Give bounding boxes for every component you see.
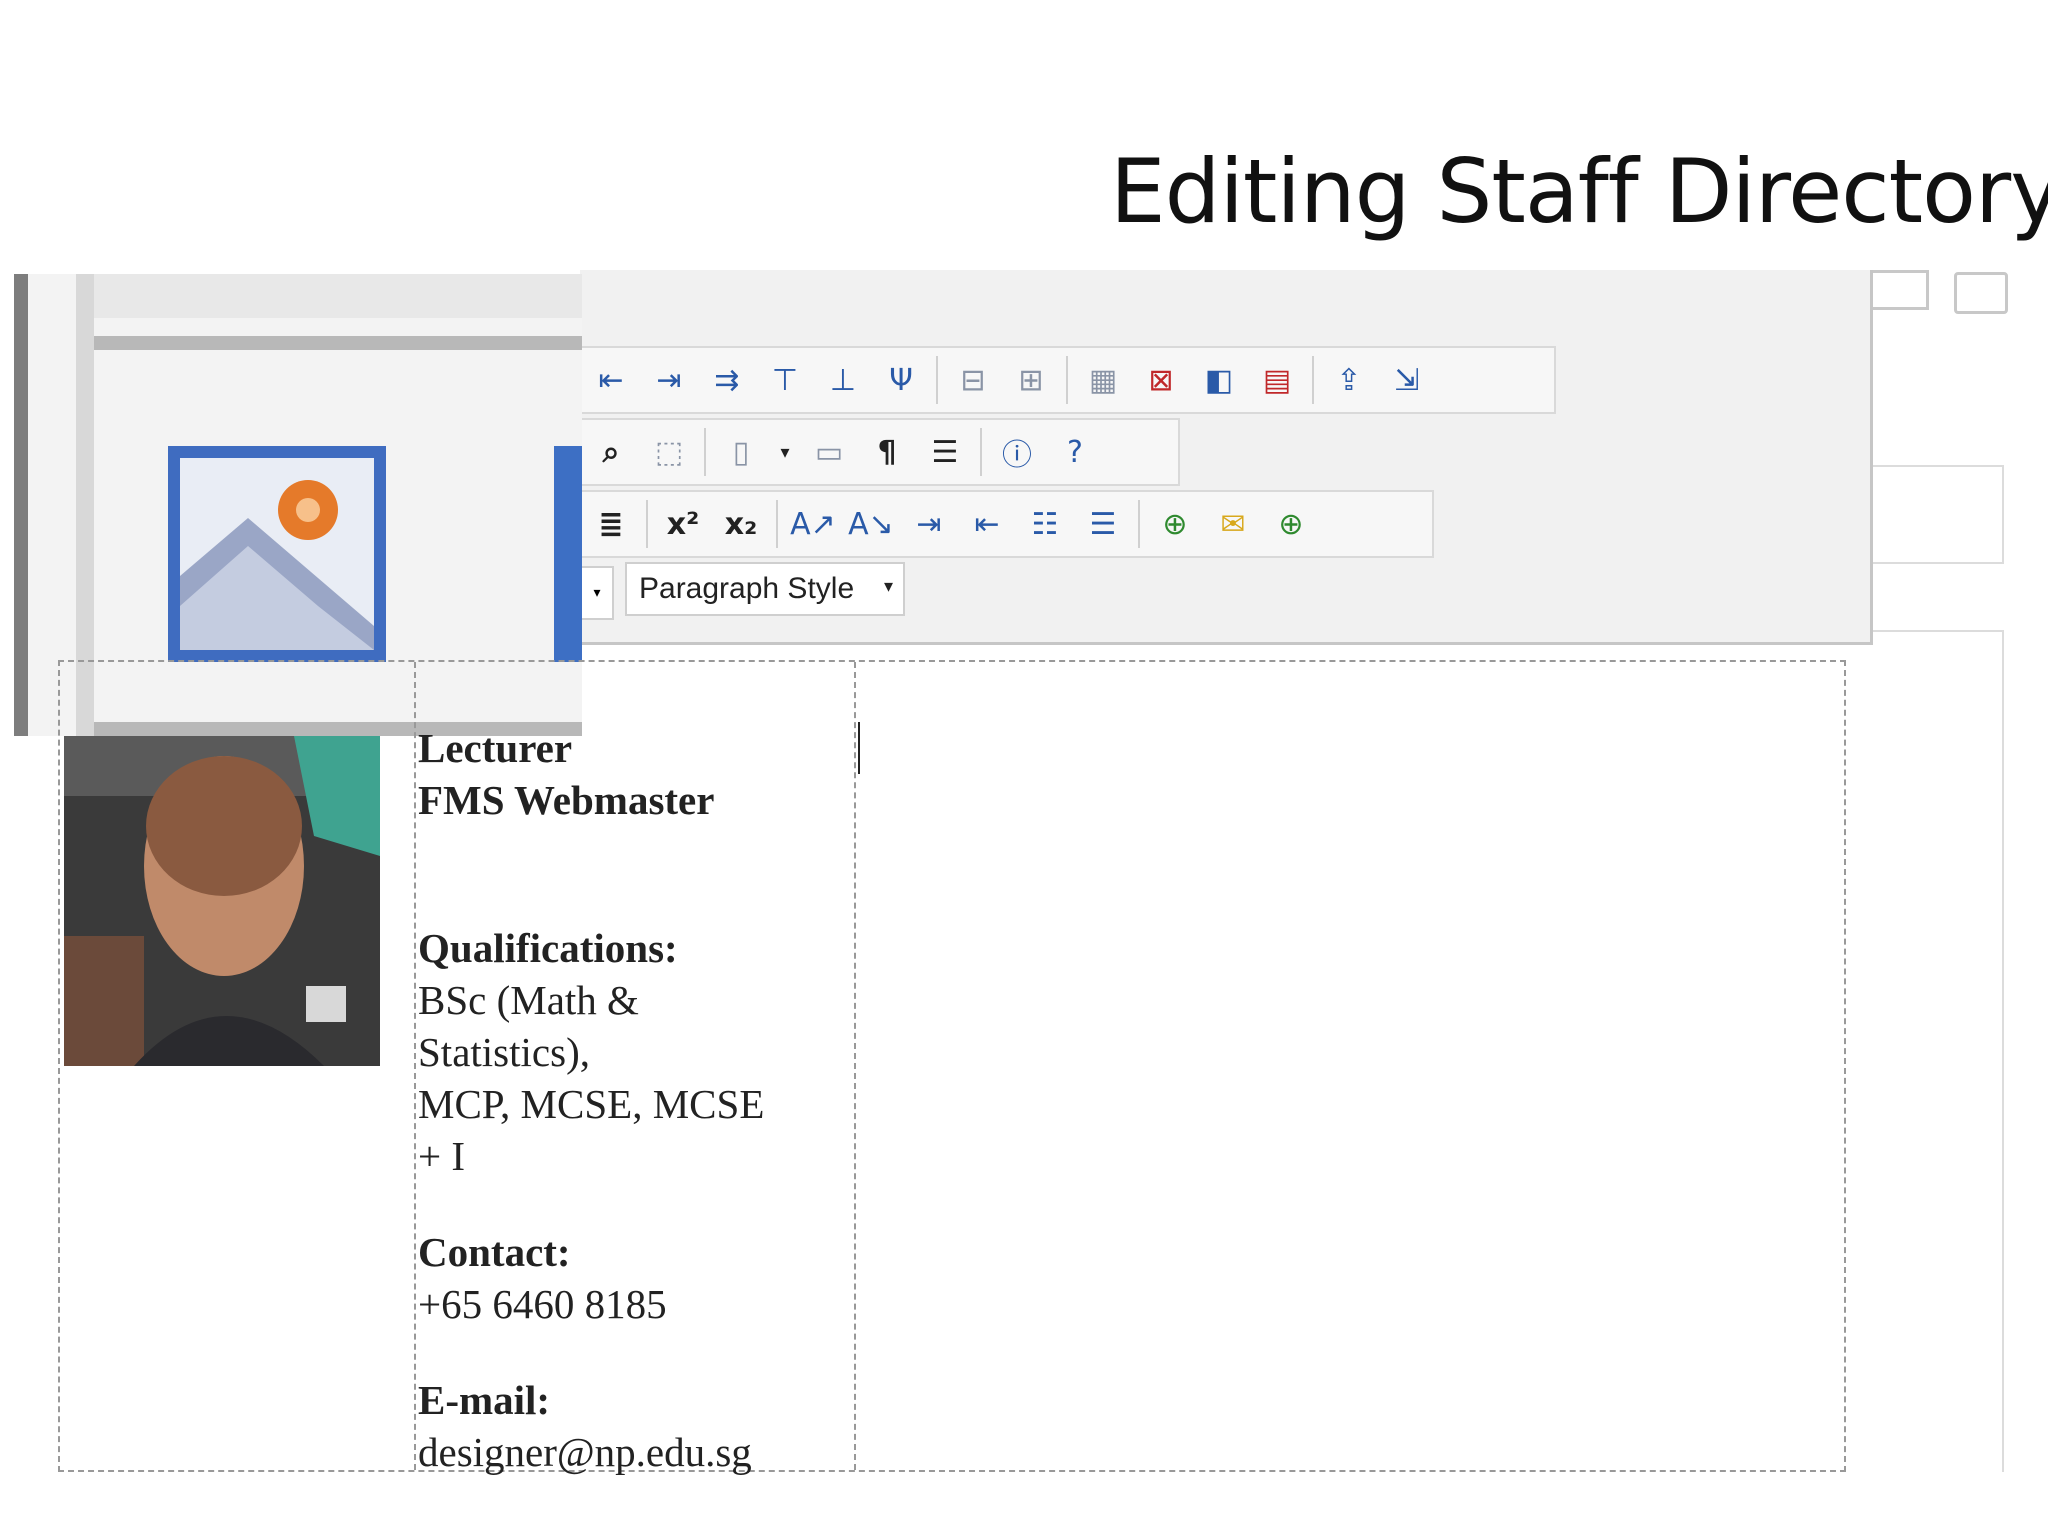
toolbar-separator (980, 428, 982, 476)
text-size-down-icon[interactable]: A↘ (842, 497, 900, 551)
role-line: Lecturer (418, 725, 573, 771)
source-icon[interactable]: ▯ (712, 425, 770, 479)
qualifications-text: MCP, MCSE, MCSE (418, 1081, 765, 1127)
justify-icon[interactable]: ☰ (916, 425, 974, 479)
email-link-icon[interactable]: ✉ (1204, 497, 1262, 551)
inset-bar (94, 274, 582, 318)
toolbar-separator (776, 500, 778, 548)
import-icon[interactable]: ⇲ (1378, 353, 1436, 407)
contact-value: +65 6460 8185 (418, 1281, 667, 1327)
staff-bio-cell[interactable]: Lecturer FMS Webmaster Qualifications: B… (418, 722, 848, 1478)
table-column-divider (414, 662, 416, 1470)
qualifications-label: Qualifications: (418, 925, 678, 971)
inset-edge (14, 274, 28, 736)
toolbar-separator (936, 356, 938, 404)
find-replace-icon[interactable]: ⌕ (582, 425, 640, 479)
split-cell-icon[interactable]: Ψ (872, 353, 930, 407)
help-icon[interactable]: ? (1046, 425, 1104, 479)
email-value: designer@np.edu.sg (418, 1429, 752, 1475)
dropdown-arrow-icon[interactable]: ▾ (770, 425, 800, 479)
numbered-list-icon[interactable]: ☷ (1016, 497, 1074, 551)
subscript-icon[interactable]: x₂ (712, 497, 770, 551)
info-icon[interactable]: ⓘ (988, 425, 1046, 479)
list-icon (1870, 270, 1929, 310)
qualifications-text: BSc (Math & (418, 977, 639, 1023)
adjacent-toolbar-icon (554, 446, 582, 662)
toolbar-row-tools: ⌕ ⬚ ▯ ▾ ▭ ¶ ☰ ⓘ ? (580, 418, 1180, 486)
toolbar-separator (704, 428, 706, 476)
insert-image-icon[interactable] (168, 446, 386, 662)
indent-icon[interactable]: ⇥ (900, 497, 958, 551)
contact-label: Contact: (418, 1229, 571, 1275)
text-cursor (858, 722, 860, 774)
toolbar-row-table: ⇤ ⇥ ⇉ ⊤ ⊥ Ψ ⊟ ⊞ ▦ ⊠ ◧ ▤ ⇪ ⇲ (580, 346, 1556, 414)
font-select-dropdown[interactable]: ▾ (580, 566, 614, 620)
email-label: E-mail: (418, 1377, 551, 1423)
staff-photo (64, 736, 380, 1066)
insert-column-left-icon[interactable]: ⇤ (582, 353, 640, 407)
merge-cells-icon[interactable]: ⊟ (944, 353, 1002, 407)
merge-right-icon[interactable]: ⊞ (1002, 353, 1060, 407)
delete-table-icon[interactable]: ⊠ (1132, 353, 1190, 407)
hyperlink-icon[interactable]: ⊕ (1146, 497, 1204, 551)
paragraph-marks-icon[interactable]: ¶ (858, 425, 916, 479)
toolbar-separator (646, 500, 648, 548)
print-icon (1954, 272, 2008, 314)
insert-column-right-icon[interactable]: ⇥ (640, 353, 698, 407)
select-all-icon[interactable]: ⬚ (640, 425, 698, 479)
side-field (1870, 465, 2004, 564)
outdent-icon[interactable]: ⇤ (958, 497, 1016, 551)
staff-profile-table[interactable]: Lecturer FMS Webmaster Qualifications: B… (58, 660, 1846, 1475)
paragraph-style-label: Paragraph Style (639, 572, 855, 605)
table-column-divider (854, 662, 856, 1470)
paragraph-style-select[interactable]: Paragraph Style ▾ (625, 562, 905, 616)
insert-column-icon[interactable]: ⇉ (698, 353, 756, 407)
cell-properties-icon[interactable]: ◧ (1190, 353, 1248, 407)
qualifications-text: Statistics), (418, 1029, 590, 1075)
template-icon[interactable]: ▭ (800, 425, 858, 479)
editor-toolbar: ⇤ ⇥ ⇉ ⊤ ⊥ Ψ ⊟ ⊞ ▦ ⊠ ◧ ▤ ⇪ ⇲ ⌕ ⬚ ▯ ▾ ▭ ¶ … (580, 270, 1873, 645)
table-properties-icon[interactable]: ▤ (1248, 353, 1306, 407)
qualifications-text: + I (418, 1133, 466, 1179)
insert-row-above-icon[interactable]: ⊤ (756, 353, 814, 407)
slide-title: Editing Staff Directory (1110, 140, 2048, 243)
chevron-down-icon: ▾ (883, 576, 893, 596)
toolbar-separator (1066, 356, 1068, 404)
role-line: FMS Webmaster (418, 777, 715, 823)
side-area (1870, 630, 2004, 1472)
inset-bar (94, 336, 582, 350)
toolbar-separator (1138, 500, 1140, 548)
insert-row-below-icon[interactable]: ⊥ (814, 353, 872, 407)
background-window-panel (1870, 270, 2020, 1472)
export-icon[interactable]: ⇪ (1320, 353, 1378, 407)
superscript-icon[interactable]: x² (654, 497, 712, 551)
text-size-up-icon[interactable]: A↗ (784, 497, 842, 551)
align-icon[interactable]: ≣ (582, 497, 640, 551)
table-icon[interactable]: ▦ (1074, 353, 1132, 407)
toolbar-row-format: ≣ x² x₂ A↗ A↘ ⇥ ⇤ ☷ ☰ ⊕ ✉ ⊕ (580, 490, 1434, 558)
toolbar-separator (1312, 356, 1314, 404)
anchor-link-icon[interactable]: ⊕ (1262, 497, 1320, 551)
bulleted-list-icon[interactable]: ☰ (1074, 497, 1132, 551)
